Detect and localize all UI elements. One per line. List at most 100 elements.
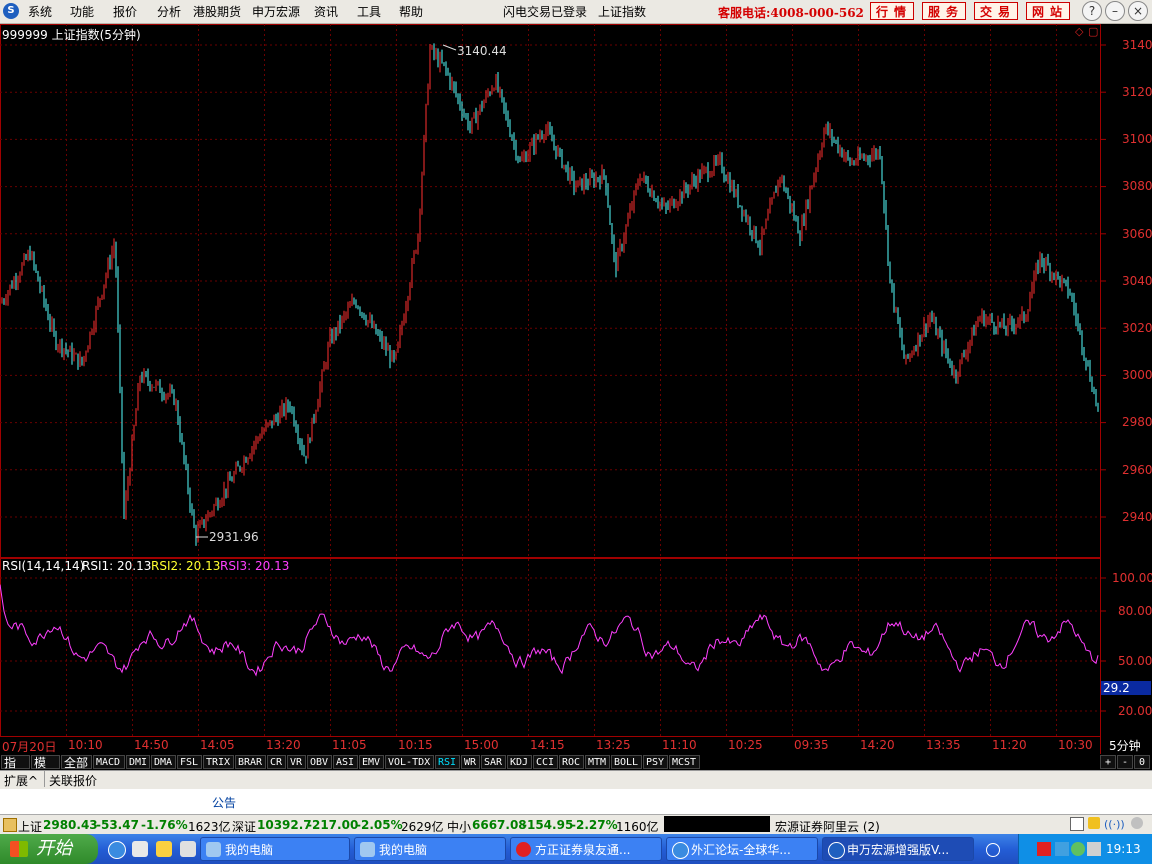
tab-wr[interactable]: WR — [461, 755, 480, 769]
tab-asi[interactable]: ASI — [333, 755, 358, 769]
menu-news[interactable]: 资讯 — [314, 3, 338, 20]
sh-pct: -1.76% — [141, 818, 188, 832]
menu-quote[interactable]: 报价 — [113, 3, 137, 20]
service-button[interactable]: 服务 — [922, 2, 966, 20]
menu-analysis[interactable]: 分析 — [157, 3, 181, 20]
tab-dma[interactable]: DMA — [151, 755, 176, 769]
tab-indicator[interactable]: 指标 — [1, 755, 30, 784]
tab-macd[interactable]: MACD — [93, 755, 125, 769]
tray-network-icon[interactable] — [1055, 842, 1069, 856]
sz-value: 10392.7 — [257, 818, 312, 832]
price-tick: 3120 — [1122, 85, 1152, 99]
sz-change: -217.00 — [307, 818, 359, 832]
price-tick: 3040 — [1122, 274, 1152, 288]
sh-change: -53.47 — [96, 818, 139, 832]
tab-boll[interactable]: BOLL — [611, 755, 642, 769]
rsi-tick: 100.00 — [1112, 571, 1152, 585]
period-selector[interactable]: 5分钟 — [1109, 737, 1141, 754]
tab-fsl[interactable]: FSL — [177, 755, 202, 769]
close-icon[interactable]: × — [1128, 1, 1148, 21]
tray-expand-icon[interactable] — [986, 843, 1000, 857]
menu-help[interactable]: 帮助 — [399, 3, 423, 20]
time-tick: 14:05 — [200, 738, 235, 752]
lock-icon[interactable] — [1088, 817, 1100, 829]
task-shenwan-active[interactable]: 申万宏源增强版V... — [822, 837, 974, 861]
settings-icon[interactable] — [1131, 817, 1143, 829]
login-status: 闪电交易已登录 — [503, 5, 588, 19]
zx-value: 6667.08 — [472, 818, 527, 832]
task-my-computer-2[interactable]: 我的电脑 — [354, 837, 506, 861]
media-icon[interactable] — [132, 841, 148, 857]
rsi-tick: 50.00 — [1118, 654, 1152, 668]
tab-cr[interactable]: CR — [267, 755, 286, 769]
task-label: 方正证券泉友通... — [535, 843, 631, 857]
menu-function[interactable]: 功能 — [70, 3, 94, 20]
tab-roc[interactable]: ROC — [559, 755, 584, 769]
price-tick: 3080 — [1122, 179, 1152, 193]
time-tick: 09:35 — [794, 738, 829, 752]
tab-kdj[interactable]: KDJ — [507, 755, 532, 769]
tab-trix[interactable]: TRIX — [203, 755, 234, 769]
tab-add-button[interactable]: + — [1100, 755, 1116, 769]
task-fangzheng[interactable]: 方正证券泉友通... — [510, 837, 662, 861]
trade-button[interactable]: 交易 — [974, 2, 1018, 20]
fangzheng-icon — [516, 842, 531, 857]
tab-cci[interactable]: CCI — [533, 755, 558, 769]
divider — [44, 771, 45, 787]
tab-mcst[interactable]: MCST — [669, 755, 700, 769]
tab-mtm[interactable]: MTM — [585, 755, 610, 769]
folder-icon — [3, 818, 17, 832]
task-my-computer-1[interactable]: 我的电脑 — [200, 837, 350, 861]
tab-template[interactable]: 模板 — [31, 755, 60, 784]
website-button[interactable]: 网站 — [1026, 2, 1070, 20]
related-quote-tab[interactable]: 关联报价 — [49, 772, 97, 789]
restore-icon[interactable]: ▢ — [1088, 25, 1098, 38]
announcement-label[interactable]: 公告 — [212, 794, 236, 811]
tray-security-icon[interactable] — [1071, 842, 1085, 856]
ie-icon[interactable] — [108, 841, 126, 859]
task-label: 外汇论坛-全球华... — [691, 843, 791, 857]
time-tick: 10:25 — [728, 738, 763, 752]
task-forex-forum[interactable]: 外汇论坛-全球华... — [666, 837, 818, 861]
menu-shenwan[interactable]: 申万宏源 — [252, 3, 300, 20]
tab-sar[interactable]: SAR — [481, 755, 506, 769]
market-button[interactable]: 行情 — [870, 2, 914, 20]
layout-icon[interactable] — [1070, 817, 1084, 831]
tab-obv[interactable]: OBV — [307, 755, 332, 769]
desktop-icon[interactable] — [180, 841, 196, 857]
chart-area[interactable]: 999999 上证指数(5分钟) ◇ ▢ 3140.44 2931.96 314… — [0, 24, 1152, 754]
tab-reset-button[interactable]: 0 — [1134, 755, 1150, 769]
zx-change: -154.95 — [522, 818, 574, 832]
menu-tools[interactable]: 工具 — [357, 3, 381, 20]
tray-app-icon[interactable] — [1037, 842, 1051, 856]
menu-hk-futures[interactable]: 港股期货 — [193, 3, 241, 20]
signal-icon[interactable]: ((·)) — [1104, 818, 1125, 831]
tab-brar[interactable]: BRAR — [235, 755, 266, 769]
rsi1-value: RSI1: 20.13 — [82, 559, 152, 573]
price-tick: 3020 — [1122, 321, 1152, 335]
time-tick: 14:50 — [134, 738, 169, 752]
tab-emv[interactable]: EMV — [359, 755, 384, 769]
minimize-icon[interactable]: – — [1105, 1, 1125, 21]
tab-vol-tdx[interactable]: VOL-TDX — [385, 755, 434, 769]
time-tick: 11:20 — [992, 738, 1027, 752]
tab-all[interactable]: 全部 — [61, 755, 92, 770]
computer-icon — [206, 842, 221, 857]
extend-tab[interactable]: 扩展^ — [4, 772, 38, 789]
tab-remove-button[interactable]: - — [1117, 755, 1133, 769]
tab-rsi[interactable]: RSI — [435, 755, 460, 769]
app-icon[interactable] — [156, 841, 172, 857]
candles — [1, 43, 1099, 546]
time-tick: 13:25 — [596, 738, 631, 752]
tab-dmi[interactable]: DMI — [126, 755, 150, 769]
help-window-icon[interactable]: ? — [1082, 1, 1102, 21]
price-tick: 2940 — [1122, 510, 1152, 524]
price-tick: 3140 — [1122, 38, 1152, 52]
tab-vr[interactable]: VR — [287, 755, 306, 769]
menu-system[interactable]: 系统 — [28, 3, 52, 20]
candlestick-chart[interactable] — [0, 24, 1152, 754]
diamond-icon[interactable]: ◇ — [1075, 25, 1083, 38]
tray-volume-icon[interactable] — [1087, 842, 1101, 856]
start-button[interactable]: 开始 — [0, 834, 98, 864]
tab-psy[interactable]: PSY — [643, 755, 668, 769]
